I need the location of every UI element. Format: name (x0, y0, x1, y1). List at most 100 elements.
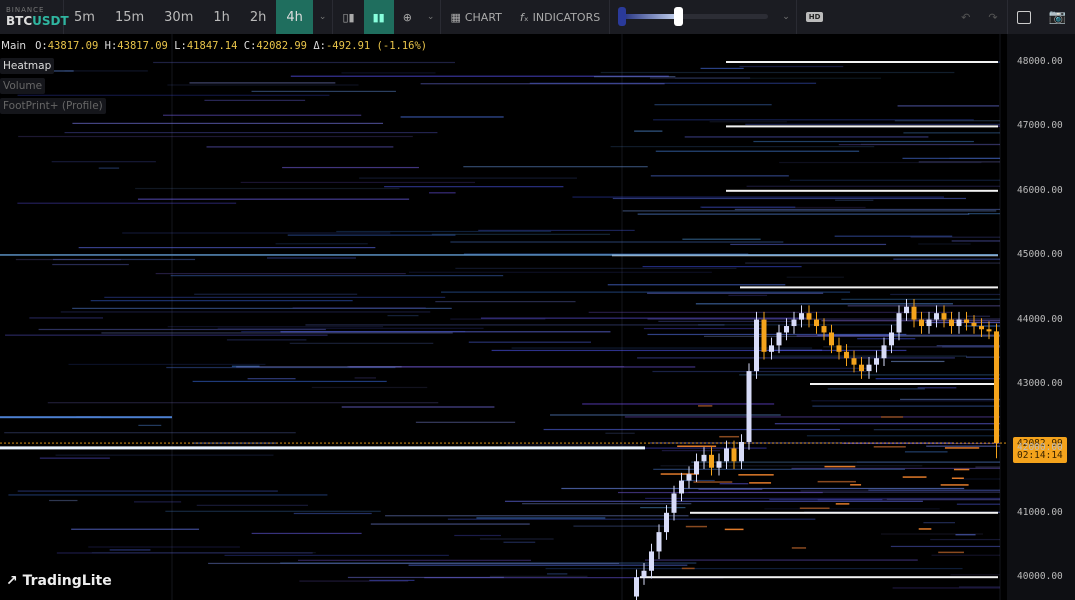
heatmap-level (650, 175, 789, 177)
heatmap-level (838, 143, 1000, 146)
open-value: 43817.09 (47, 40, 99, 52)
tf-30m[interactable]: 30m (154, 0, 203, 34)
heatmap-level (573, 525, 670, 527)
candle-body (956, 319, 962, 327)
heatmap-level (64, 131, 438, 134)
heatmap-ask-level (951, 477, 964, 479)
heatmap-level (51, 161, 156, 163)
heatmap-level (311, 386, 428, 389)
heatmap-level (55, 454, 274, 456)
candle-body (874, 358, 879, 365)
heatmap-level (612, 197, 967, 200)
heatmap-wall (640, 576, 998, 579)
candles-button[interactable]: ▯▮ (333, 0, 363, 34)
heatmap-level (647, 292, 824, 294)
heatmap-level (607, 284, 786, 286)
heatmap-level (450, 318, 546, 320)
slider-max-handle[interactable] (673, 7, 683, 26)
heatmap-level (588, 311, 953, 313)
indicators-button[interactable]: fₓ INDICATORS (511, 0, 609, 34)
price-tick: 47000.00 (1017, 120, 1063, 132)
chart-button[interactable]: ▦ CHART (441, 0, 510, 34)
layer-heatmap[interactable]: Heatmap (0, 58, 55, 74)
candle-body (814, 319, 819, 327)
heatmap-level (719, 483, 749, 485)
fx-icon: fₓ (519, 10, 529, 24)
hd-button[interactable]: HD (797, 0, 833, 34)
candle-body (671, 493, 677, 513)
heatmap-level (649, 77, 751, 79)
undo-button[interactable]: ↶ (952, 0, 979, 34)
heatmap-level (806, 435, 1000, 437)
heatmap-chart[interactable] (0, 34, 1007, 600)
tf-5m[interactable]: 5m (64, 0, 105, 34)
heatmap-level (429, 192, 456, 194)
heatmap-level (637, 357, 955, 359)
heatmap-level (891, 360, 945, 363)
heatmap-level (893, 258, 1000, 260)
timeframe-dropdown-chevron-icon[interactable]: ⌄ (313, 12, 333, 22)
heatmap-level (622, 210, 997, 212)
heatmap-ask-level (677, 445, 717, 448)
exchange-label: BINANCE (6, 6, 45, 14)
heatmap-level (91, 552, 316, 554)
heatmap-level (408, 564, 688, 566)
layer-volume[interactable]: Volume (0, 78, 46, 94)
heatmap-intensity-slider[interactable] (618, 0, 769, 34)
heatmap-level (643, 327, 762, 330)
heatmap-level (98, 167, 120, 169)
symbol-selector[interactable]: BINANCE BTCUSDT (0, 0, 69, 34)
heatmap-ask-level (660, 473, 699, 475)
ohlc-readout: O:43817.09 H:43817.09 L:41847.14 C:42082… (35, 40, 427, 52)
heatmap-level (167, 326, 384, 328)
heatmap-level (293, 512, 372, 515)
heatmap-level (868, 489, 1000, 491)
heatmap-level (455, 267, 737, 269)
candle-body (949, 319, 954, 327)
heatmap-level (841, 298, 1000, 300)
candle-body (926, 319, 932, 327)
heatmap-level (652, 370, 867, 373)
screenshot-button[interactable]: 📷 (1040, 0, 1075, 34)
heatmap-level (336, 230, 552, 233)
heatmap-level (645, 559, 918, 561)
crosshair-dropdown-chevron-icon[interactable]: ⌄ (421, 12, 441, 22)
heatmap-level (247, 378, 296, 380)
price-tick: 42000.00 (1017, 442, 1063, 454)
heatmap-level (387, 315, 419, 317)
tf-1h[interactable]: 1h (203, 0, 240, 34)
heatmap-level (137, 198, 410, 200)
tf-15m[interactable]: 15m (105, 0, 154, 34)
heatmap-level (756, 367, 867, 369)
heatmap-level (478, 229, 635, 232)
toolbar: BINANCE BTCUSDT 5m 15m 30m 1h 2h 4h ⌄ ▯▮… (0, 0, 1075, 34)
layer-footprint[interactable]: FootPrint+ (Profile) (0, 98, 106, 114)
price-axis[interactable]: 42082.99 02:14:14 48000.00 47000.00 46000.0… (1007, 34, 1075, 600)
tf-2h[interactable]: 2h (240, 0, 277, 34)
heatmap-level (60, 311, 431, 313)
slider-min-handle[interactable] (618, 7, 627, 26)
heatmap-ask-level (817, 480, 856, 483)
heatmap-level (605, 432, 635, 434)
redo-button[interactable]: ↷ (979, 0, 1006, 34)
layout-button[interactable] (1008, 0, 1040, 34)
tf-4h[interactable]: 4h (276, 0, 313, 34)
candle-body (941, 313, 947, 320)
heatmap-level (894, 120, 1000, 122)
heatmap-level (753, 140, 974, 143)
candle-body (881, 345, 887, 359)
heatmap-level (38, 328, 326, 331)
slider-dropdown-chevron-icon[interactable]: ⌄ (776, 12, 796, 22)
bars-button[interactable]: ▮▮ (363, 0, 394, 34)
heatmap-level (476, 517, 606, 519)
delta-value: -492.91 (-1.16%) (325, 40, 428, 52)
crosshair-button[interactable]: ⊕ (394, 0, 421, 34)
heatmap-ask-level (881, 416, 904, 418)
heatmap-level (959, 478, 1000, 480)
heatmap-level (208, 562, 620, 565)
candle-body (724, 448, 729, 462)
heatmap-wall (0, 446, 645, 450)
heatmap-level (975, 466, 1000, 468)
heatmap-level (774, 423, 1000, 425)
price-tick: 41000.00 (1017, 506, 1063, 518)
